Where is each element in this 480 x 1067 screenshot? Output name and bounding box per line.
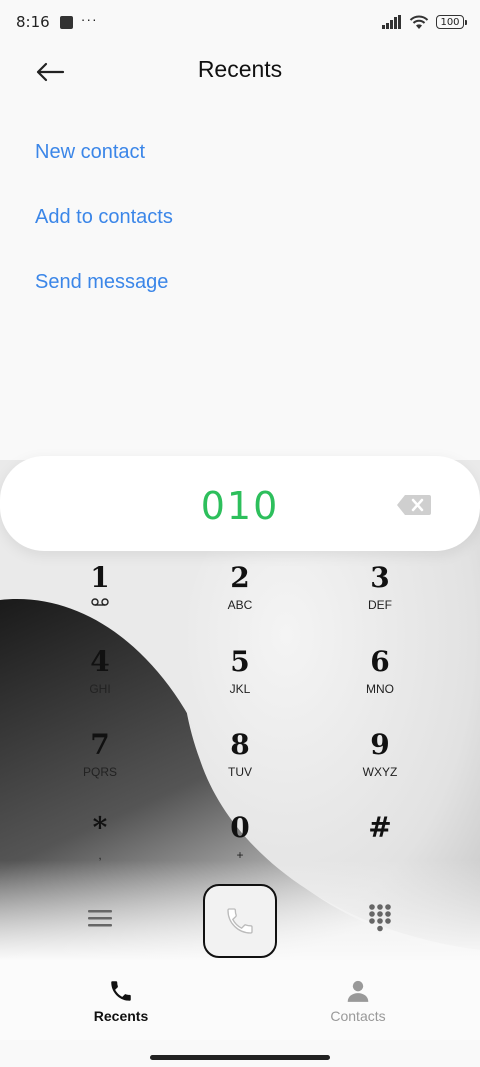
action-list: New contact Add to contacts Send message xyxy=(35,120,173,315)
key-letters: PQRS xyxy=(82,765,117,779)
home-indicator[interactable] xyxy=(150,1055,330,1060)
key-digit: 0 xyxy=(230,811,250,844)
dialer-actions xyxy=(0,884,480,958)
menu-button[interactable] xyxy=(80,898,120,938)
wifi-icon xyxy=(409,15,429,29)
key-letters: JKL xyxy=(229,682,251,696)
menu-icon xyxy=(88,910,112,927)
key-0[interactable]: 0 + xyxy=(180,808,300,888)
key-digit: 2 xyxy=(230,561,250,594)
key-letters: , xyxy=(98,848,102,862)
status-bar: 8:16 ··· 100 xyxy=(0,0,480,44)
number-display: 010 xyxy=(0,456,480,551)
new-contact-link[interactable]: New contact xyxy=(35,119,173,185)
signal-icon xyxy=(382,15,401,29)
key-8[interactable]: 8 TUV xyxy=(180,725,300,805)
key-letters: DEF xyxy=(368,598,392,612)
key-digit: 7 xyxy=(90,728,110,761)
status-time: 8:16 xyxy=(16,13,50,31)
key-letters: GHI xyxy=(89,682,111,696)
key-1[interactable]: 1 xyxy=(40,558,160,638)
send-message-link[interactable]: Send message xyxy=(35,249,173,315)
dialpad-toggle-button[interactable] xyxy=(360,898,400,938)
key-letters: MNO xyxy=(366,682,394,696)
key-digit: # xyxy=(368,811,392,844)
key-digit: 3 xyxy=(370,561,390,594)
key-letters: ABC xyxy=(227,598,253,612)
key-digit: 1 xyxy=(90,561,110,594)
key-hash[interactable]: # xyxy=(320,808,440,888)
key-digit: 6 xyxy=(370,645,390,678)
dialpad-icon xyxy=(369,904,391,932)
key-digit: 4 xyxy=(90,645,110,678)
tab-recents-label: Recents xyxy=(93,1008,149,1024)
header: Recents xyxy=(0,44,480,100)
key-2[interactable]: 2 ABC xyxy=(180,558,300,638)
key-letters: WXYZ xyxy=(362,765,398,779)
phone-icon xyxy=(111,981,131,1001)
key-9[interactable]: 9 WXYZ xyxy=(320,725,440,805)
voicemail-icon xyxy=(91,598,109,606)
bottom-navigation: Recents Contacts xyxy=(0,960,480,1040)
key-star[interactable]: * , xyxy=(40,808,160,888)
add-to-contacts-link[interactable]: Add to contacts xyxy=(35,184,173,250)
key-digit: 5 xyxy=(230,645,250,678)
key-letters: + xyxy=(236,848,244,862)
call-button[interactable] xyxy=(203,884,277,958)
key-digit: 8 xyxy=(230,728,250,761)
backspace-icon xyxy=(397,495,431,515)
more-notifications-icon: ··· xyxy=(80,11,98,27)
key-5[interactable]: 5 JKL xyxy=(180,642,300,722)
phone-icon xyxy=(227,908,253,934)
backspace-button[interactable] xyxy=(396,494,432,516)
key-digit: 9 xyxy=(370,728,390,761)
key-6[interactable]: 6 MNO xyxy=(320,642,440,722)
person-icon xyxy=(347,980,369,1002)
tab-contacts-label: Contacts xyxy=(330,1008,386,1024)
battery-icon: 100 xyxy=(436,15,467,29)
key-4[interactable]: 4 GHI xyxy=(40,642,160,722)
key-7[interactable]: 7 PQRS xyxy=(40,725,160,805)
key-digit: * xyxy=(92,811,108,844)
key-3[interactable]: 3 DEF xyxy=(320,558,440,638)
page-title: Recents xyxy=(197,56,283,82)
tab-recents[interactable]: Recents xyxy=(61,978,181,1024)
notification-icon xyxy=(59,15,73,29)
tab-contacts[interactable]: Contacts xyxy=(298,978,418,1024)
key-letters: TUV xyxy=(228,765,252,779)
